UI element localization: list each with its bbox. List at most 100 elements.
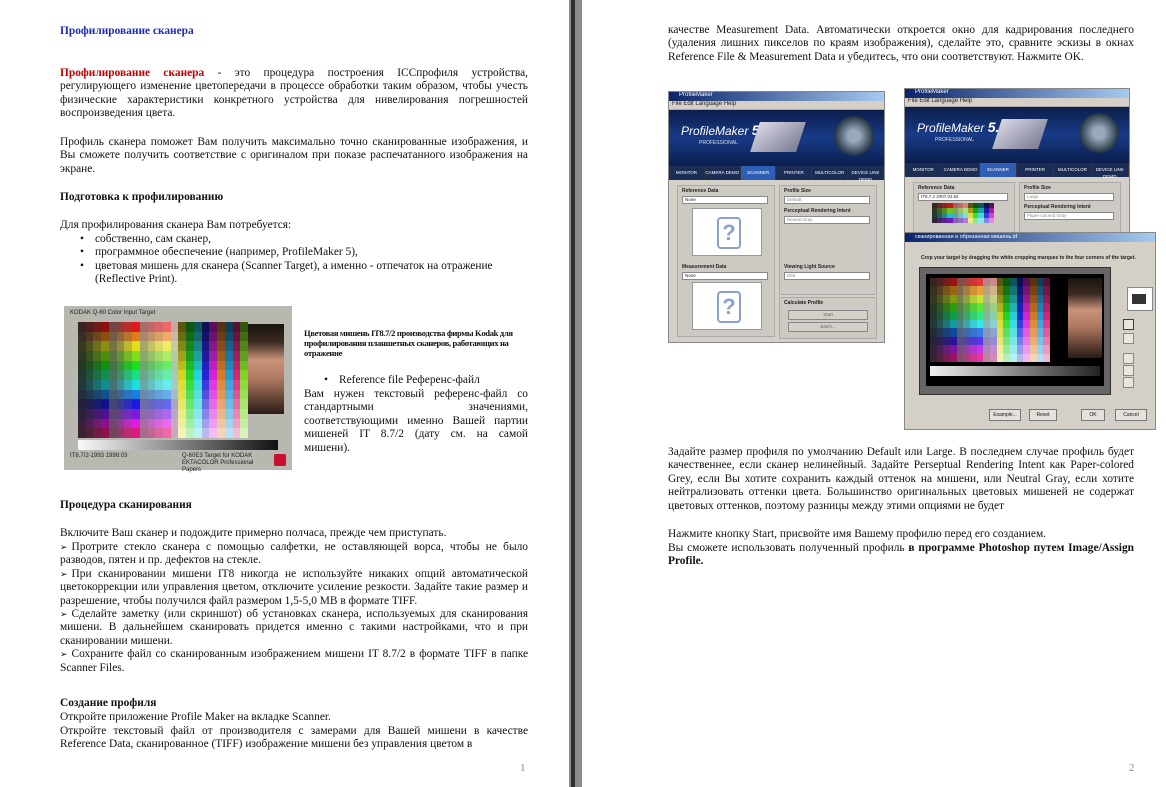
page-1: Профилирование сканера Профилирование ск… <box>0 0 569 787</box>
profile-size-select[interactable]: Default <box>784 196 870 204</box>
crop-canvas[interactable] <box>919 267 1111 395</box>
color-patch <box>1036 311 1044 320</box>
tab-monitor[interactable]: MONITOR <box>905 163 943 177</box>
color-patch <box>93 380 102 390</box>
color-patch <box>930 336 937 346</box>
reference-data-select[interactable]: IT8.7.2 2007.03.txt <box>918 193 1008 201</box>
tab-device-link[interactable]: DEVICE LINK DEMO <box>1092 163 1129 179</box>
reference-data-select[interactable]: None <box>682 196 768 204</box>
color-patch <box>240 399 248 409</box>
color-patch <box>232 341 241 351</box>
measurement-data-select[interactable]: None <box>682 272 768 280</box>
grid-icon[interactable] <box>1123 377 1134 388</box>
color-patch <box>209 351 218 361</box>
color-patch <box>996 353 1004 362</box>
color-patch <box>108 331 117 342</box>
color-patch <box>132 351 140 361</box>
color-patch <box>178 389 187 400</box>
color-patch <box>209 322 218 332</box>
color-patch <box>178 360 187 371</box>
color-patch <box>1036 319 1044 329</box>
profile-size-label: Profile Size <box>1024 185 1051 191</box>
color-patch <box>949 278 957 287</box>
menu-bar: File Edit Language Help <box>905 98 1129 107</box>
color-patch <box>147 331 156 342</box>
color-patch <box>1003 328 1010 337</box>
rendering-intent-select[interactable]: Paper-colored Gray <box>1024 212 1114 220</box>
color-patch <box>124 370 133 380</box>
tab-device-link[interactable]: DEVICE LINK DEMO <box>848 166 884 182</box>
requirements-list: собственно, сам сканер, программное обес… <box>60 233 528 287</box>
color-patch <box>78 351 86 361</box>
start-paragraph: Нажмите кнопку Start, присвойте имя Ваше… <box>668 528 1047 540</box>
rendering-intent-select[interactable]: Neutral Gray <box>784 216 870 224</box>
color-patch <box>209 428 218 438</box>
color-patch <box>1029 286 1037 295</box>
tab-multicolor[interactable]: MULTICOLOR <box>812 166 849 180</box>
color-patch <box>956 328 964 337</box>
list-item: программное обеспечение (например, Profi… <box>60 246 528 260</box>
color-patch <box>1003 303 1010 312</box>
color-patch <box>186 418 194 429</box>
color-patch <box>232 399 241 409</box>
start-button[interactable]: Start <box>788 310 868 320</box>
color-patch <box>93 370 102 380</box>
tab-camera[interactable]: CAMERA DEMO <box>942 163 980 177</box>
tab-monitor[interactable]: MONITOR <box>669 166 705 180</box>
tab-scanner[interactable]: SCANNER <box>740 166 777 180</box>
page-divider <box>569 0 582 787</box>
color-patch <box>989 328 997 337</box>
tab-camera[interactable]: CAMERA DEMO <box>705 166 741 180</box>
question-icon: ? <box>717 217 741 249</box>
color-patch <box>132 399 140 409</box>
color-patch <box>1003 294 1010 304</box>
color-patch <box>936 286 944 295</box>
profile-size-select[interactable]: Large <box>1024 193 1114 201</box>
ok-button[interactable]: OK <box>1081 409 1105 421</box>
color-patch <box>930 311 937 320</box>
tab-printer[interactable]: PRINTER <box>776 166 813 180</box>
color-patch <box>78 341 86 351</box>
tab-printer[interactable]: PRINTER <box>1017 163 1055 177</box>
color-patch <box>201 370 210 380</box>
list-item: цветовая мишень для сканера (Scanner Tar… <box>60 260 528 287</box>
scanned-target-image <box>926 274 1104 386</box>
color-patch <box>956 353 964 362</box>
crop-tool-icon[interactable] <box>1123 319 1134 330</box>
color-patch <box>989 278 997 287</box>
tab-multicolor[interactable]: MULTICOLOR <box>1054 163 1092 177</box>
rotate-icon[interactable] <box>1123 353 1134 364</box>
color-patch <box>201 380 210 390</box>
color-patch <box>240 418 248 429</box>
reset-button[interactable]: Reset <box>1029 409 1057 421</box>
example-button[interactable]: Example... <box>989 409 1021 421</box>
color-patch <box>989 303 997 312</box>
color-patch <box>1003 286 1010 295</box>
color-patch <box>147 351 156 361</box>
question-icon: ? <box>717 291 741 323</box>
color-patch <box>170 360 179 371</box>
color-patch <box>193 341 202 351</box>
color-patch <box>201 409 210 419</box>
color-patch <box>969 345 977 354</box>
color-patch <box>116 418 125 429</box>
light-source-select[interactable]: D50 <box>784 272 870 280</box>
color-patch <box>116 341 125 351</box>
tab-scanner[interactable]: SCANNER <box>979 163 1017 177</box>
color-patch <box>162 418 171 429</box>
color-patch <box>240 322 248 332</box>
color-patch <box>983 328 990 337</box>
color-patch <box>201 331 210 342</box>
flip-icon[interactable] <box>1123 365 1134 376</box>
cancel-button[interactable]: Cancel <box>1115 409 1147 421</box>
color-patch <box>976 353 984 362</box>
zoom-icon[interactable] <box>1123 333 1134 344</box>
color-patch <box>93 322 102 332</box>
color-patch <box>943 278 950 287</box>
menu-bar: File Edit Language Help <box>669 101 884 110</box>
batch-button[interactable]: Batch... <box>788 322 868 332</box>
target-footer-right: Q-60E3 Target for KODAK EKTACOLOR Profes… <box>182 453 254 473</box>
color-patch <box>201 322 210 332</box>
color-patch <box>1016 303 1024 312</box>
color-patch <box>124 428 133 438</box>
